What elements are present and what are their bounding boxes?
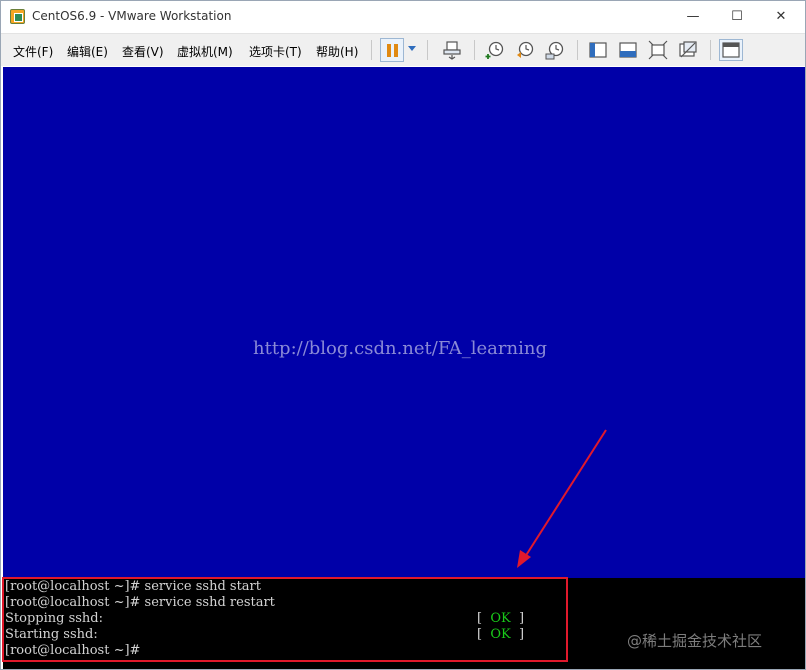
maximize-button[interactable]: ☐ [715, 4, 759, 28]
fullscreen-icon [648, 40, 668, 60]
snapshot-revert-button[interactable] [513, 39, 537, 61]
pause-icon [386, 43, 391, 57]
unity-icon [679, 41, 697, 58]
pause-button[interactable] [380, 38, 404, 62]
close-button[interactable]: ✕ [759, 4, 803, 28]
site-watermark: @稀土掘金技术社区 [627, 632, 763, 650]
snapshot-manager-button[interactable] [543, 39, 567, 61]
annotation-highlight-box [2, 577, 568, 662]
toolbar-separator [710, 40, 711, 60]
menu-edit[interactable]: 编辑(E) [67, 43, 108, 60]
menu-tabs[interactable]: 选项卡(T) [249, 43, 302, 60]
thumbnail-bar-icon [619, 42, 637, 58]
menu-vm[interactable]: 虚拟机(M) [177, 43, 233, 60]
snapshot-revert-icon [517, 41, 534, 58]
menu-file[interactable]: 文件(F) [13, 43, 53, 60]
menu-toolbar-bar: 文件(F) 编辑(E) 查看(V) 虚拟机(M) 选项卡(T) 帮助(H) [1, 33, 805, 66]
dropdown-arrow-icon[interactable] [408, 46, 416, 51]
menu-view[interactable]: 查看(V) [122, 43, 164, 60]
toolbar-separator [577, 40, 578, 60]
fullscreen-button[interactable] [646, 39, 670, 61]
sidebar-toggle-icon [589, 42, 607, 58]
snapshot-manager-icon [545, 41, 564, 60]
console-view-icon [722, 42, 740, 58]
sidebar-toggle-button[interactable] [586, 39, 610, 61]
snapshot-take-icon [485, 41, 504, 59]
vmware-window: CentOS6.9 - VMware Workstation — ☐ ✕ 文件(… [0, 0, 806, 670]
console-view-button[interactable] [719, 39, 743, 61]
toolbar-separator [474, 40, 475, 60]
minimize-button[interactable]: — [671, 4, 715, 28]
unity-button[interactable] [676, 39, 700, 61]
snapshot-take-button[interactable] [483, 39, 507, 61]
toolbar-separator [371, 40, 372, 60]
toolbar-separator [427, 40, 428, 60]
window-title: CentOS6.9 - VMware Workstation [32, 9, 232, 23]
csdn-watermark-url: http://blog.csdn.net/FA_learning [253, 338, 547, 359]
title-bar: CentOS6.9 - VMware Workstation — ☐ ✕ [1, 1, 805, 32]
thumbnail-bar-button[interactable] [616, 39, 640, 61]
send-ctrl-alt-del-button[interactable] [440, 39, 464, 61]
menu-help[interactable]: 帮助(H) [316, 43, 358, 60]
vmware-app-icon [10, 9, 25, 24]
send-ctrl-alt-del-icon [443, 41, 461, 60]
